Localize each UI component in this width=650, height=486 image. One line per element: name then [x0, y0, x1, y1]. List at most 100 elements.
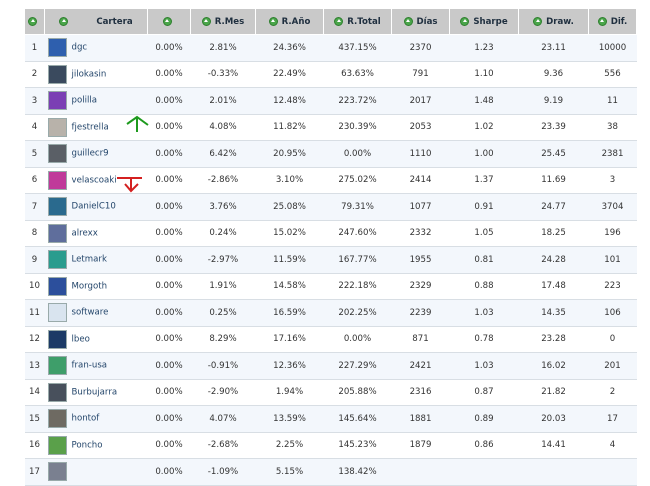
avatar[interactable] — [47, 329, 67, 349]
table-row[interactable]: 3 polilla 0.00% 2.01% 12.48% 223.72% 2017 1.48 9… — [24, 87, 637, 115]
avatar[interactable] — [47, 303, 67, 323]
sharpe-cell: 1.37 — [449, 167, 519, 194]
header-pos[interactable] — [24, 8, 45, 35]
sort-icon[interactable] — [533, 16, 543, 26]
rmes-cell: -1.09% — [190, 458, 256, 486]
sort-icon[interactable] — [460, 16, 470, 26]
sharpe-cell: 1.00 — [449, 140, 519, 168]
table-row[interactable]: 10 Morgoth 0.00% 1.91% 14.58% 222.18% 2329 0.88… — [24, 273, 637, 300]
avatar[interactable] — [47, 356, 67, 376]
avatar[interactable] — [47, 462, 67, 482]
header-cartera[interactable]: Cartera — [44, 8, 148, 35]
table-row[interactable]: 13 fran-usa 0.00% -0.91% 12.36% 227.29% 2421 1.… — [24, 352, 637, 380]
portfolio-link[interactable]: hontof — [72, 414, 100, 424]
table-row[interactable]: 8 alrexx 0.00% 0.24% 15.02% 247.60% 2332 1.05 18… — [24, 220, 637, 247]
portfolio-link[interactable]: polilla — [72, 96, 98, 106]
sort-icon[interactable] — [201, 16, 211, 26]
table-row[interactable]: 16 Poncho 0.00% -2.68% 2.25% 145.23% 1879 0.86 1… — [24, 432, 637, 459]
rano-cell: 17.16% — [255, 326, 324, 353]
avatar[interactable] — [47, 38, 67, 58]
dif-cell: 11 — [588, 87, 637, 115]
draw-cell: 14.41 — [518, 432, 589, 459]
avatar[interactable] — [47, 170, 67, 190]
c2-cell: 0.00% — [147, 167, 191, 194]
portfolio-link[interactable]: alrexx — [72, 228, 98, 238]
table-row[interactable]: 5 guillecr9 0.00% 6.42% 20.95% 0.00% 1110 1.00 2… — [24, 140, 637, 168]
sharpe-cell: 0.81 — [449, 246, 519, 274]
dias-cell: 791 — [391, 61, 450, 88]
avatar[interactable] — [47, 197, 67, 217]
sort-icon[interactable] — [59, 16, 69, 26]
sort-icon[interactable] — [28, 16, 37, 26]
table-row[interactable]: 11 software 0.00% 0.25% 16.59% 202.25% 2239 1.0… — [24, 299, 637, 327]
table-row[interactable]: 15 hontof 0.00% 4.07% 13.59% 145.64% 1881 0.89 2… — [24, 405, 637, 433]
table-row[interactable]: 6 velascoaki 0.00% -2.86% 3.10% 275.02% 2414 1.… — [24, 167, 637, 194]
header-rmes[interactable]: R.Mes — [190, 8, 256, 35]
portfolio-link[interactable]: Letmark — [72, 255, 107, 265]
dias-cell: 1879 — [391, 432, 450, 459]
header-dias[interactable]: Días — [391, 8, 450, 35]
rank-cell: 1 — [24, 34, 45, 62]
portfolio-link[interactable]: dgc — [72, 43, 88, 53]
dias-cell: 871 — [391, 326, 450, 353]
header-col2[interactable] — [147, 8, 191, 35]
header-draw[interactable]: Draw. — [518, 8, 589, 35]
portfolio-link[interactable]: lbeo — [72, 334, 90, 344]
draw-cell: 20.03 — [518, 405, 589, 433]
rank-cell: 7 — [24, 193, 45, 221]
avatar[interactable] — [47, 276, 67, 296]
draw-cell: 18.25 — [518, 220, 589, 247]
portfolio-link[interactable]: fjestrella — [72, 122, 109, 132]
table-row[interactable]: 2 jilokasin 0.00% -0.33% 22.49% 63.63% 791 1.10… — [24, 61, 637, 88]
rano-cell: 20.95% — [255, 140, 324, 168]
portfolio-link[interactable]: Morgoth — [72, 281, 108, 291]
c2-cell: 0.00% — [147, 432, 191, 459]
sort-icon[interactable] — [334, 16, 344, 26]
sort-icon[interactable] — [403, 16, 413, 26]
portfolio-link[interactable]: Poncho — [72, 440, 103, 450]
rtotal-cell: 230.39% — [323, 114, 392, 141]
avatar[interactable] — [47, 223, 67, 243]
header-sharpe[interactable]: Sharpe — [449, 8, 519, 35]
rank-cell: 13 — [24, 352, 45, 380]
sort-icon[interactable] — [597, 16, 607, 26]
sharpe-cell — [449, 458, 519, 486]
portfolio-link[interactable]: fran-usa — [72, 361, 108, 371]
avatar[interactable] — [47, 144, 67, 164]
table-row[interactable]: 17 0.00% -1.09% 5.15% 138.42% — [24, 458, 637, 486]
table-row[interactable]: 9 Letmark 0.00% -2.97% 11.59% 167.77% 1955 0.81… — [24, 246, 637, 274]
table-row[interactable]: 4 fjestrella 0.00% 4.08% 11.82% 230.39% 2053 1.… — [24, 114, 637, 141]
avatar[interactable] — [47, 435, 67, 455]
avatar[interactable] — [47, 382, 67, 402]
rtotal-cell: 227.29% — [323, 352, 392, 380]
table-row[interactable]: 1 dgc 0.00% 2.81% 24.36% 437.15% 2370 1.23 23.11… — [24, 34, 637, 62]
header-rtotal[interactable]: R.Total — [323, 8, 392, 35]
avatar[interactable] — [47, 409, 67, 429]
portfolio-link[interactable]: velascoaki — [72, 175, 117, 185]
portfolio-link[interactable]: guillecr9 — [72, 149, 109, 159]
portfolio-link[interactable]: DanielC10 — [72, 202, 116, 212]
header-dif[interactable]: Dif. — [588, 8, 637, 35]
rank-cell: 14 — [24, 379, 45, 406]
portfolio-link[interactable]: Burbujarra — [72, 387, 118, 397]
avatar[interactable] — [47, 117, 67, 137]
portfolio-link[interactable]: software — [72, 308, 109, 318]
avatar[interactable] — [47, 91, 67, 111]
dif-cell: 3 — [588, 167, 637, 194]
table-row[interactable]: 14 Burbujarra 0.00% -2.90% 1.94% 205.88% 2316 0… — [24, 379, 637, 406]
portfolio-link[interactable]: jilokasin — [72, 69, 107, 79]
draw-cell: 24.77 — [518, 193, 589, 221]
header-label: Sharpe — [473, 16, 508, 27]
sort-icon[interactable] — [268, 16, 278, 26]
c2-cell: 0.00% — [147, 114, 191, 141]
dif-cell: 556 — [588, 61, 637, 88]
table-row[interactable]: 12 lbeo 0.00% 8.29% 17.16% 0.00% 871 0.78 23.28 0 — [24, 326, 637, 353]
draw-cell: 23.28 — [518, 326, 589, 353]
table-row[interactable]: 7 DanielC10 0.00% 3.76% 25.08% 79.31% 1077 0.91… — [24, 193, 637, 221]
portfolio-cell: fjestrella — [44, 114, 148, 141]
rtotal-cell: 0.00% — [323, 326, 392, 353]
header-rano[interactable]: R.Año — [255, 8, 324, 35]
avatar[interactable] — [47, 250, 67, 270]
avatar[interactable] — [47, 64, 67, 84]
sort-icon[interactable] — [162, 16, 172, 26]
